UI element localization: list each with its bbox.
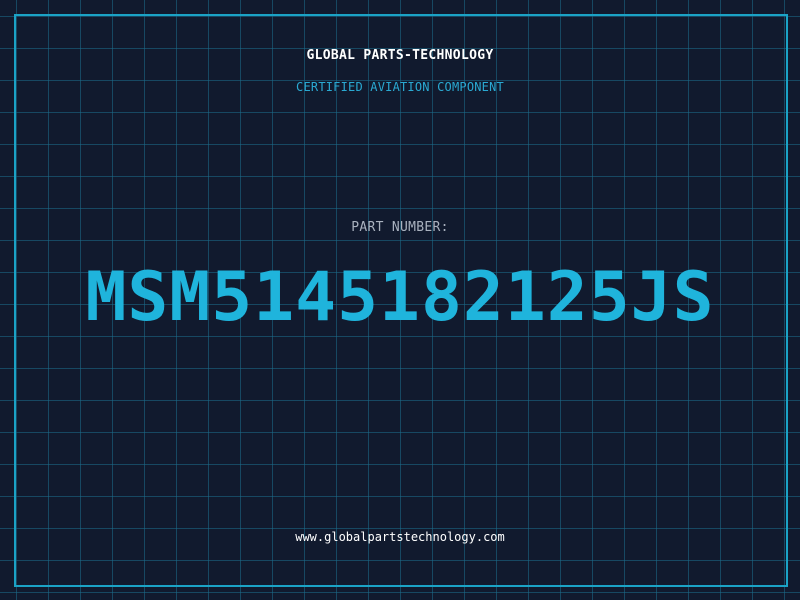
part-card: GLOBAL PARTS-TECHNOLOGY CERTIFIED AVIATI…	[0, 0, 800, 600]
certification-subtitle: CERTIFIED AVIATION COMPONENT	[296, 80, 504, 94]
brand-name: GLOBAL PARTS-TECHNOLOGY	[306, 48, 494, 63]
website-link[interactable]: www.globalpartstechnology.com	[0, 530, 800, 544]
part-number-value: MSM5145182125JS	[85, 258, 715, 337]
part-number-label: PART NUMBER:	[351, 220, 449, 235]
